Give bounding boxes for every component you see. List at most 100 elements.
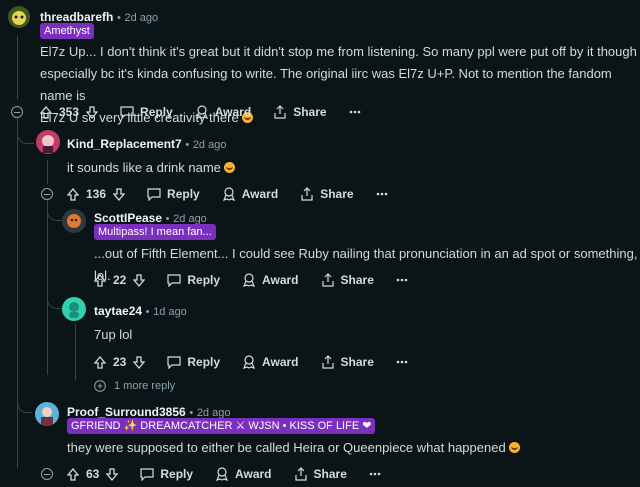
comment-icon (147, 187, 161, 201)
more-replies-label: 1 more reply (114, 380, 176, 392)
award-label: Award (241, 187, 279, 201)
upvote-icon[interactable] (67, 187, 79, 201)
upvote-icon[interactable] (67, 467, 79, 481)
thread-line (75, 324, 76, 380)
avatar[interactable] (8, 6, 30, 28)
award-icon (243, 355, 256, 369)
share-label: Share (293, 105, 327, 119)
upvote-icon[interactable] (40, 105, 52, 119)
more-options-icon[interactable] (369, 472, 381, 476)
timestamp[interactable]: 2d ago (193, 139, 227, 151)
award-icon (222, 187, 235, 201)
vote-count: 353 (59, 105, 80, 119)
comment-header: Kind_Replacement7 • 2d ago (67, 136, 226, 151)
timestamp[interactable]: 1d ago (153, 306, 187, 318)
avatar-image (12, 11, 26, 25)
reply-label: Reply (167, 187, 200, 201)
upvote-icon[interactable] (94, 355, 106, 369)
vote-count: 63 (86, 467, 100, 481)
share-button[interactable]: Share (321, 273, 374, 287)
share-label: Share (320, 187, 354, 201)
upvote-icon[interactable] (94, 273, 106, 287)
reply-button[interactable]: Reply (140, 467, 193, 481)
downvote-icon[interactable] (106, 467, 119, 481)
collapse-icon[interactable] (11, 106, 23, 118)
vote-count: 136 (86, 187, 107, 201)
thread-line (47, 160, 48, 184)
vote-count: 22 (113, 273, 127, 287)
reply-label: Reply (160, 467, 194, 481)
reply-button[interactable]: Reply (147, 187, 200, 201)
award-label: Award (214, 105, 252, 119)
separator: • (116, 12, 121, 24)
comment-body: they were supposed to either be called H… (67, 437, 520, 459)
share-icon (294, 467, 307, 481)
username[interactable]: ScottIPease (94, 211, 162, 225)
award-label: Award (262, 355, 299, 369)
award-button[interactable]: Award (222, 187, 278, 201)
award-label: Award (262, 273, 299, 287)
timestamp[interactable]: 2d ago (124, 12, 158, 24)
separator: • (145, 306, 150, 318)
user-flair: Multipass! I mean fan... (94, 224, 216, 240)
more-options-icon[interactable] (376, 192, 388, 196)
share-button[interactable]: Share (321, 355, 374, 369)
share-button[interactable]: Share (300, 187, 354, 201)
collapse-icon[interactable] (41, 188, 53, 200)
downvote-icon[interactable] (86, 105, 99, 119)
comment-header: Proof_Surround3856 • 2d ago (67, 404, 230, 419)
share-button[interactable]: Share (273, 105, 327, 119)
avatar[interactable] (62, 209, 86, 233)
avatar-image (69, 302, 79, 318)
award-button[interactable]: Award (215, 467, 272, 481)
share-label: Share (340, 273, 374, 287)
downvote-icon[interactable] (133, 355, 146, 369)
comment-icon (167, 355, 181, 369)
username[interactable]: taytae24 (94, 304, 142, 318)
reply-button[interactable]: Reply (167, 355, 220, 369)
expand-icon (94, 380, 106, 392)
reply-button[interactable]: Reply (167, 273, 220, 287)
collapse-icon[interactable] (41, 468, 53, 480)
comment-actions: 23 Reply Award Share (94, 350, 408, 374)
thread-connector (17, 118, 34, 144)
avatar[interactable] (36, 130, 60, 154)
avatar[interactable] (62, 297, 86, 321)
share-label: Share (340, 355, 374, 369)
avatar-image (67, 214, 81, 228)
downvote-icon[interactable] (113, 187, 126, 201)
avatar-image (41, 407, 53, 426)
emoji-icon (508, 442, 520, 453)
award-button[interactable]: Award (242, 273, 299, 287)
more-options-icon[interactable] (396, 360, 408, 364)
downvote-icon[interactable] (133, 273, 146, 287)
username[interactable]: threadbarefh (40, 10, 113, 24)
share-button[interactable]: Share (294, 467, 347, 481)
vote-group: 22 (94, 273, 146, 287)
reply-button[interactable]: Reply (120, 105, 173, 119)
thread-connector (17, 380, 32, 413)
award-icon (216, 467, 229, 481)
comment-actions: 63 Reply Award Share (67, 462, 381, 486)
vote-group: 353 (40, 105, 99, 119)
comment-body: 7up lol (94, 324, 132, 346)
user-flair: GFRIEND ✨ DREAMCATCHER ⚔ WJSN • KISS OF … (67, 418, 376, 434)
comment-icon (167, 273, 181, 287)
vote-group: 136 (67, 187, 126, 201)
comment-line: El7z Up... I don't think it's great but … (40, 44, 637, 59)
comment-icon (140, 467, 154, 481)
more-replies-link[interactable]: 1 more reply (94, 380, 175, 392)
avatar[interactable] (35, 402, 59, 426)
comment-text: 7up lol (94, 327, 133, 342)
more-options-icon[interactable] (396, 278, 408, 282)
separator: • (185, 139, 190, 151)
username[interactable]: Proof_Surround3856 (67, 405, 186, 419)
award-button[interactable]: Award (195, 105, 251, 119)
username[interactable]: Kind_Replacement7 (67, 137, 182, 151)
award-button[interactable]: Award (242, 355, 299, 369)
more-options-icon[interactable] (349, 110, 361, 114)
thread-line (17, 118, 18, 468)
thread-connector (47, 200, 62, 221)
award-icon (195, 105, 208, 119)
award-icon (243, 273, 256, 287)
